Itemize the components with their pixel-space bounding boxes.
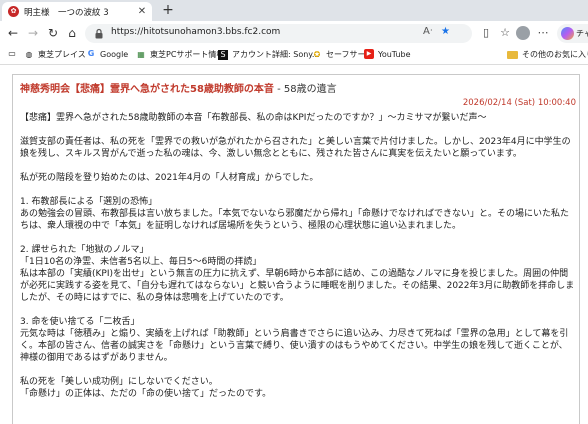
tab-close-icon[interactable]: ✕ bbox=[135, 6, 149, 17]
home-icon[interactable]: ⌂ bbox=[64, 25, 80, 41]
browser-tab[interactable]: ✿ 明主様 一つの波紋 3 ✕ bbox=[2, 2, 152, 21]
page-content: 神慈秀明会【悲痛】霊界へ急がされた58歳助教師の本音 - 58歳の遺言 2026… bbox=[0, 66, 588, 424]
url-text: https://hitotsunohamon3.bbs.fc2.com bbox=[111, 27, 281, 37]
post-paragraph: 3. 命を使い捨てる「二枚舌」 bbox=[20, 317, 140, 327]
new-tab-icon[interactable]: + bbox=[160, 3, 176, 19]
bookmark-label: 東芝PCサポート情報 bbox=[150, 50, 225, 59]
bookmark-label: Google bbox=[100, 49, 129, 59]
folder-icon bbox=[507, 50, 518, 59]
copilot-button[interactable]: チャ bbox=[557, 24, 588, 43]
bookmark-google[interactable]: G Google bbox=[86, 49, 129, 59]
post-paragraph: 【悲痛】霊界へ急がされた58歳助教師の本音「布教部長、私の命はKPIだったのです… bbox=[20, 113, 487, 123]
back-icon[interactable]: ← bbox=[5, 25, 21, 41]
other-favorites[interactable]: その他のお気に入り bbox=[507, 49, 588, 60]
address-bar[interactable]: https://hitotsunohamon3.bbs.fc2.com Aᐧ ★ bbox=[85, 24, 472, 43]
toshiba-icon: ▦ bbox=[137, 49, 145, 59]
post-paragraph bbox=[20, 304, 576, 316]
navigation-bar: ← → ↻ ⌂ https://hitotsunohamon3.bbs.fc2.… bbox=[0, 21, 588, 46]
post-paragraph: 1. 布教部長による「選別の恐怖」 bbox=[20, 197, 158, 207]
bookmark-sony-account[interactable]: S アカウント詳細: Sony... bbox=[218, 49, 320, 60]
post-paragraph: 「命懸け」の正体は、ただの「命の使い捨て」だったのです。 bbox=[20, 389, 272, 399]
other-favorites-label: その他のお気に入り bbox=[522, 50, 588, 59]
copilot-label: チャ bbox=[576, 29, 588, 38]
tab-title: 明主様 一つの波紋 3 bbox=[24, 7, 109, 18]
refresh-icon[interactable]: ↻ bbox=[45, 25, 61, 41]
post-paragraph bbox=[20, 364, 576, 376]
bookmark-toshiba-place[interactable]: ◍ 東芝プレイス bbox=[24, 49, 86, 60]
post-paragraph: 滋賀支部の責任者は、私の死を「霊界での救いが急がれたから召された」と美しい言葉で… bbox=[20, 137, 571, 159]
post-paragraph: 私は本部の「実績(KPI)を出せ」という無言の圧力に抗えず、早朝6時から本部に詰… bbox=[20, 269, 575, 303]
favorites-icon[interactable]: ☆ bbox=[497, 25, 513, 41]
post-paragraph bbox=[20, 124, 576, 136]
tab-strip: ✿ 明主様 一つの波紋 3 ✕ + bbox=[0, 0, 588, 21]
sony-icon: S bbox=[218, 49, 228, 60]
lock-icon bbox=[95, 28, 103, 39]
post-paragraph bbox=[20, 160, 576, 172]
post-paragraph bbox=[20, 184, 576, 196]
post-paragraph: 私が死の階段を登り始めたのは、2021年4月の「人材育成」からでした。 bbox=[20, 173, 319, 183]
post-paragraph: 私の死を「美しい成功例」にしないでください。 bbox=[20, 377, 218, 387]
post-title-author: - 58歳の遺言 bbox=[273, 84, 337, 95]
post-paragraph: 2. 課せられた「地獄のノルマ」 bbox=[20, 245, 149, 255]
globe-icon: ◍ bbox=[25, 49, 33, 59]
post-paragraph: 「1日10名の浄霊、未信者5名以上、毎日5〜6時間の拝読」 bbox=[20, 257, 262, 267]
bookmark-toshiba-support[interactable]: ▦ 東芝PCサポート情報 bbox=[136, 49, 224, 60]
bookmark-label: YouTube bbox=[378, 49, 411, 59]
bookmark-youtube[interactable]: ▶ YouTube bbox=[364, 49, 411, 59]
post-title-main: 神慈秀明会【悲痛】霊界へ急がされた58歳助教師の本音 bbox=[20, 84, 274, 95]
bookmark-label: 東芝プレイス bbox=[38, 50, 86, 59]
copilot-icon bbox=[561, 27, 574, 40]
site-favicon-icon: ✿ bbox=[8, 6, 19, 17]
youtube-icon: ▶ bbox=[364, 49, 374, 59]
post-paragraph: 元気な時は「徳積み」と煽り、実績を上げれば「助教師」という肩書きでさらに追い込み… bbox=[20, 329, 569, 363]
profile-avatar[interactable] bbox=[516, 26, 530, 40]
more-menu-icon[interactable]: ⋯ bbox=[535, 25, 551, 41]
safesearch-icon: ✪ bbox=[313, 49, 321, 59]
google-icon: G bbox=[87, 49, 95, 58]
post-date: 2026/02/14 (Sat) 10:00:40 bbox=[462, 98, 576, 108]
post-title: 神慈秀明会【悲痛】霊界へ急がされた58歳助教師の本音 - 58歳の遺言 bbox=[20, 80, 337, 95]
favorite-star-icon[interactable]: ★ bbox=[441, 26, 450, 37]
post-body: 【悲痛】霊界へ急がされた58歳助教師の本音「布教部長、私の命はKPIだったのです… bbox=[20, 112, 576, 400]
post-paragraph: あの勉強会の冒頭、布教部長は言い放ちました。「本気でないなら邪魔だから帰れ」「命… bbox=[20, 209, 570, 231]
read-aloud-icon[interactable]: Aᐧ bbox=[423, 26, 432, 37]
post-paragraph bbox=[20, 232, 576, 244]
forward-icon[interactable]: → bbox=[25, 25, 41, 41]
split-screen-icon[interactable]: ▯ bbox=[478, 25, 494, 41]
bookmarks-bar: ▭ ◍ 東芝プレイス G Google ▦ 東芝PCサポート情報 S アカウント… bbox=[0, 46, 588, 65]
bookmarks-sidebar-icon[interactable]: ▭ bbox=[7, 49, 21, 59]
bookmark-label: アカウント詳細: Sony... bbox=[232, 50, 320, 59]
